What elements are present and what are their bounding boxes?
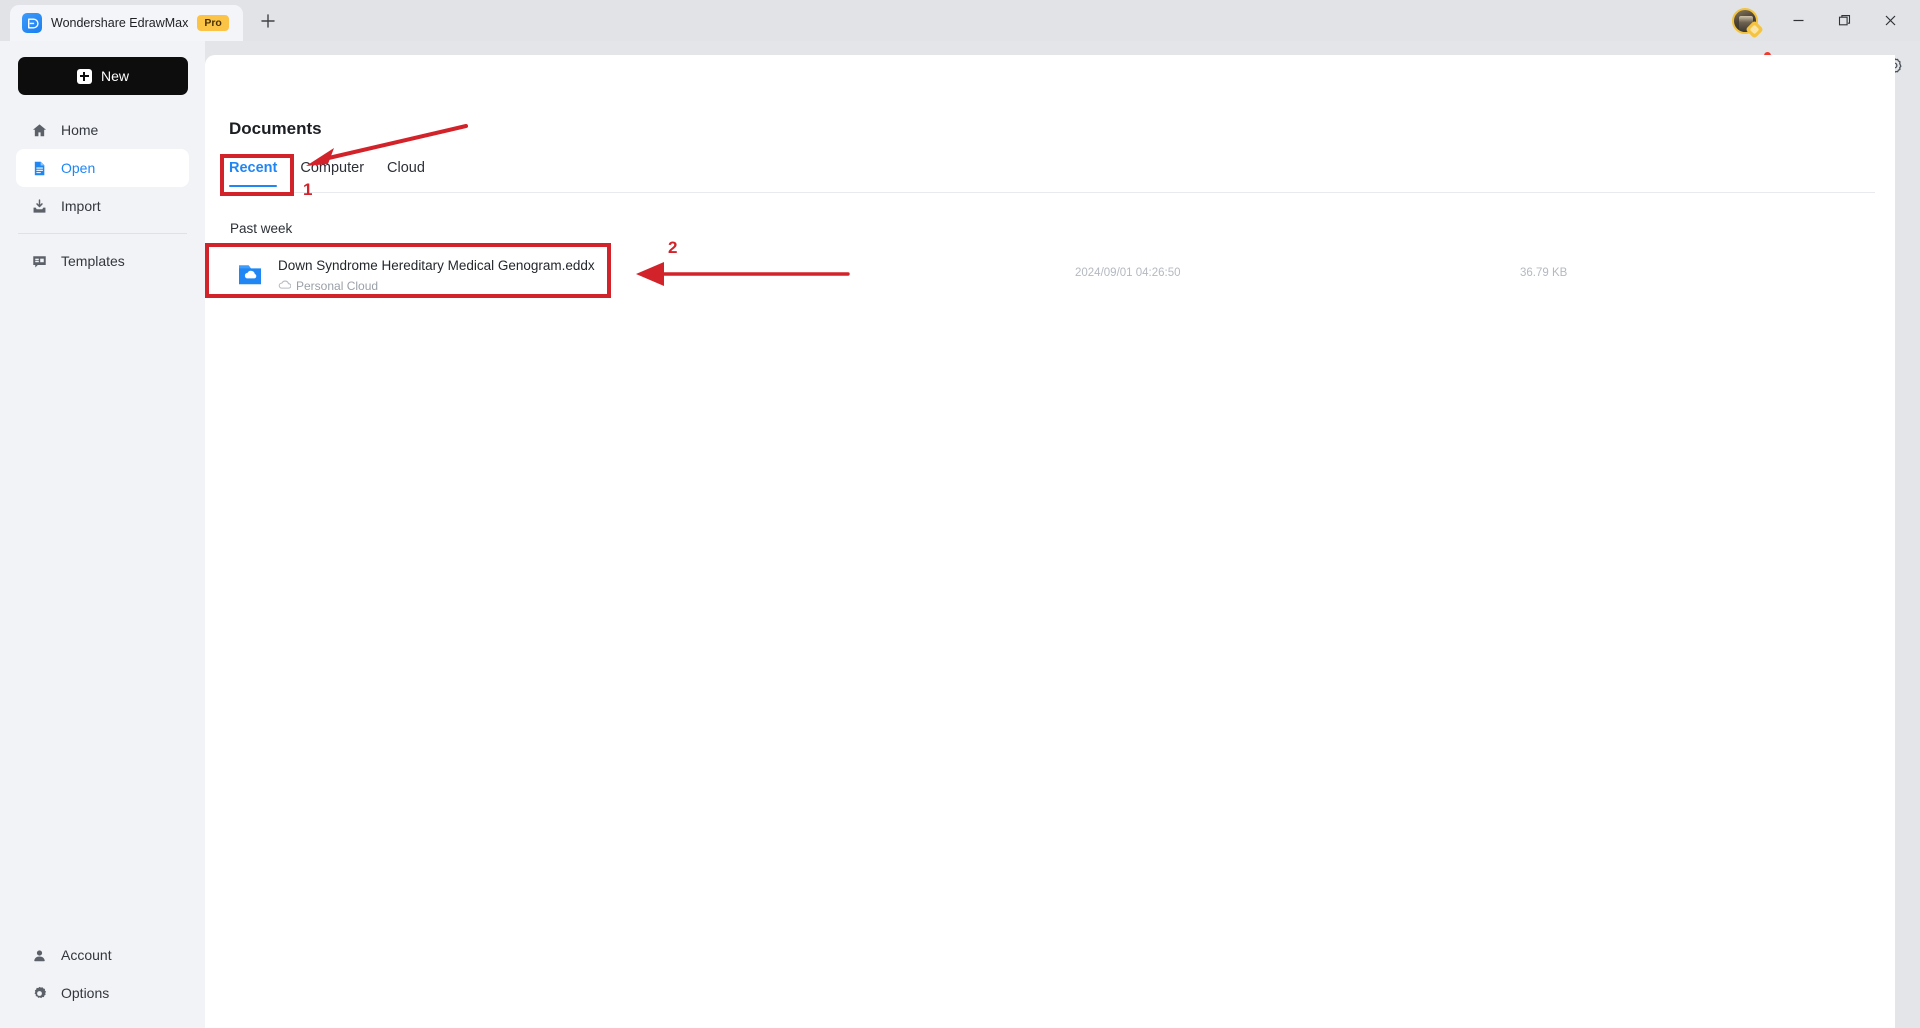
cloud-icon (278, 279, 291, 293)
app-tab-label: Wondershare EdrawMax (51, 16, 188, 30)
cloud-file-icon (238, 263, 264, 287)
sidebar-divider (18, 233, 187, 234)
edrawmax-logo-icon (22, 13, 42, 33)
home-icon (30, 121, 48, 139)
new-document-button[interactable]: New (18, 57, 188, 95)
import-icon (30, 197, 48, 215)
sidebar-item-label: Import (61, 198, 101, 214)
pro-badge: Pro (197, 15, 229, 31)
plus-icon (77, 69, 92, 84)
sidebar-item-label: Home (61, 122, 98, 138)
sidebar-nav-top: Home Open Import (0, 111, 205, 280)
sidebar-item-import[interactable]: Import (16, 187, 189, 225)
file-location: Personal Cloud (278, 279, 595, 293)
file-location-label: Personal Cloud (296, 279, 378, 293)
account-icon (30, 946, 48, 964)
tab-recent[interactable]: Recent (229, 160, 300, 187)
documents-panel: Documents Recent Computer Cloud Past wee… (205, 55, 1895, 1028)
file-name: Down Syndrome Hereditary Medical Genogra… (278, 258, 595, 273)
minimize-button[interactable] (1776, 0, 1820, 41)
sidebar-item-label: Templates (61, 253, 125, 269)
options-gear-icon (30, 984, 48, 1002)
titlebar: Wondershare EdrawMax Pro (0, 0, 1920, 41)
tab-computer[interactable]: Computer (300, 160, 387, 187)
file-modified-date: 2024/09/01 04:26:50 (1075, 267, 1181, 279)
window-controls-group (1732, 0, 1920, 41)
tabs-divider (229, 192, 1875, 193)
sidebar-item-templates[interactable]: Templates (16, 242, 189, 280)
sidebar-item-home[interactable]: Home (16, 111, 189, 149)
sidebar-item-options[interactable]: Options (16, 974, 189, 1012)
new-tab-button[interactable] (255, 8, 281, 34)
templates-icon (30, 252, 48, 270)
avatar[interactable] (1732, 8, 1758, 34)
sidebar-item-label: Account (61, 947, 112, 963)
app-tab[interactable]: Wondershare EdrawMax Pro (10, 5, 243, 41)
file-list-item[interactable]: Down Syndrome Hereditary Medical Genogra… (223, 249, 1873, 301)
maximize-button[interactable] (1822, 0, 1866, 41)
sidebar-nav-bottom: Account Options (0, 936, 205, 1012)
documents-tabs: Recent Computer Cloud (229, 160, 448, 187)
open-document-icon (30, 159, 48, 177)
sidebar-item-label: Options (61, 985, 109, 1001)
page-title: Documents (229, 119, 322, 139)
file-group-label: Past week (230, 221, 292, 236)
new-button-label: New (101, 68, 129, 84)
sidebar-item-open[interactable]: Open (16, 149, 189, 187)
file-size: 36.79 KB (1520, 267, 1567, 279)
tab-cloud[interactable]: Cloud (387, 160, 448, 187)
sidebar-item-account[interactable]: Account (16, 936, 189, 974)
file-info: Down Syndrome Hereditary Medical Genogra… (278, 257, 595, 292)
close-button[interactable] (1868, 0, 1912, 41)
sidebar-item-label: Open (61, 160, 95, 176)
sidebar: New Home Open (0, 41, 205, 1028)
